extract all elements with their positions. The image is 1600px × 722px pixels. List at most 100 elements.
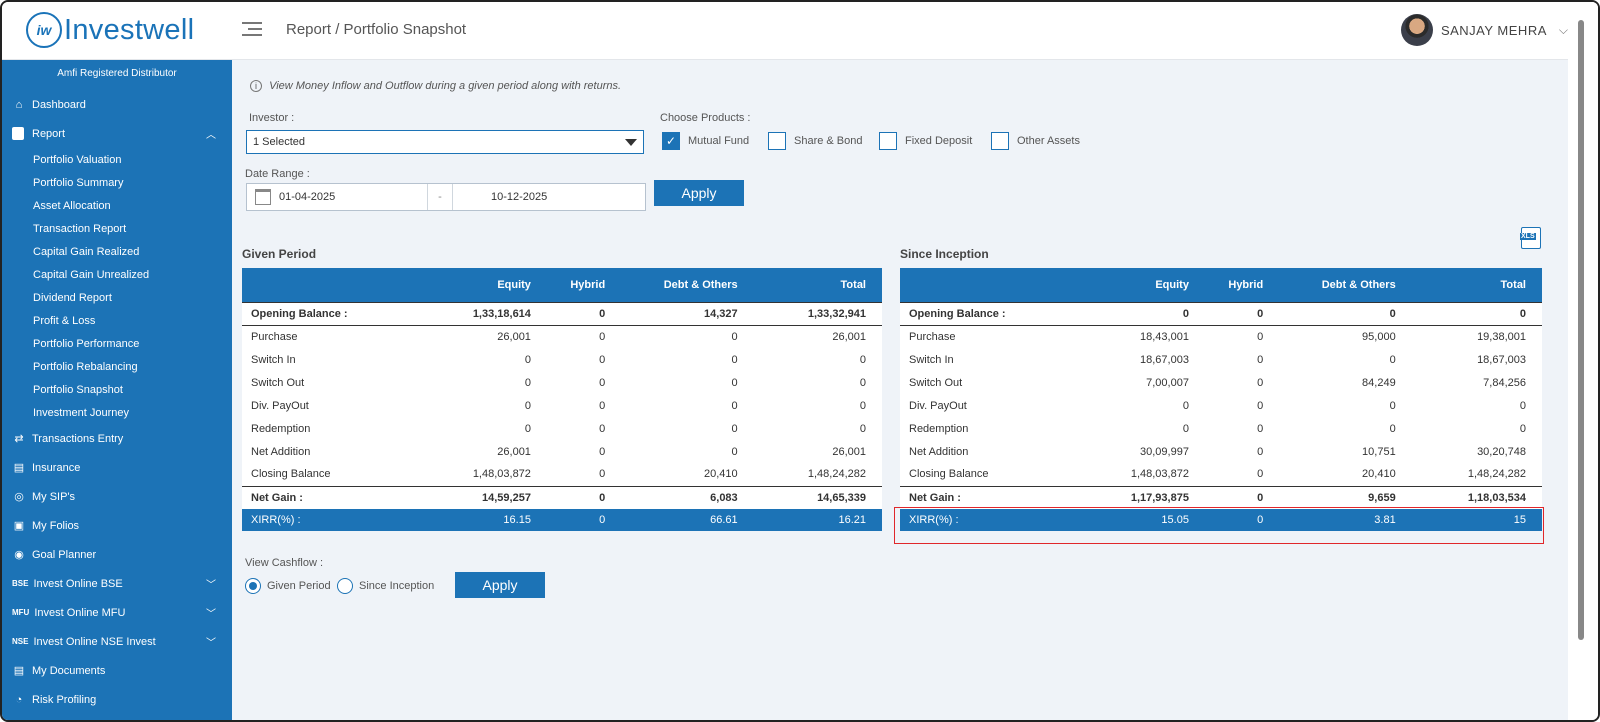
sidebar-item[interactable]: ▣ My Folios — [2, 511, 232, 540]
sidebar-subitem[interactable]: Portfolio Rebalancing — [2, 355, 232, 378]
table-cell: 0 — [859, 353, 866, 366]
date-from-input[interactable]: 01-04-2025 — [279, 191, 427, 203]
radio-selected-icon[interactable] — [245, 578, 261, 594]
table-row: XIRR(%) :16.15 0 66.61 16.21 — [242, 509, 882, 531]
table-cell: Opening Balance : — [242, 301, 361, 326]
sidebar-item[interactable]: NSE Invest Online NSE Invest ﹀ — [2, 627, 232, 656]
table-cell: 26,001 — [497, 330, 531, 343]
sidebar-item-label: Dashboard — [32, 98, 86, 111]
sidebar-subitem[interactable]: Portfolio Summary — [2, 171, 232, 194]
product-checkbox[interactable]: Fixed Deposit — [879, 132, 972, 150]
investwell-logo[interactable]: iw Investwell — [26, 12, 194, 48]
sidebar-subitem[interactable]: Capital Gain Realized — [2, 240, 232, 263]
table-cell: 0 — [524, 353, 531, 366]
sidebar-item[interactable]: ◔ Risk Profiling — [2, 685, 232, 714]
cashflow-apply-button[interactable]: Apply — [455, 572, 545, 598]
sidebar-subitem[interactable]: Transaction Report — [2, 217, 232, 240]
user-menu[interactable]: SANJAY MEHRA ⌵ — [1400, 14, 1568, 46]
table-cell: 0 — [524, 422, 531, 435]
home-icon: ⌂ — [15, 98, 23, 111]
product-label: Mutual Fund — [688, 135, 750, 147]
table-cell: 0 — [1182, 399, 1189, 412]
table-cell: 95,000 — [1362, 330, 1396, 343]
table-cell: 7,84,256 — [1483, 376, 1526, 389]
scrollbar-thumb[interactable] — [1578, 20, 1584, 640]
table-cell: 0 — [731, 445, 738, 458]
table-cell: XIRR(%) : — [242, 509, 361, 531]
product-checkbox[interactable]: Share & Bond — [768, 132, 863, 150]
sidebar-item[interactable]: ▤ Insurance — [2, 453, 232, 482]
sidebar: Amfi Registered Distributor ⌂ Dashboard … — [2, 60, 232, 720]
xls-export-icon[interactable]: XLS — [1520, 227, 1541, 249]
date-range-field[interactable]: 01-04-2025 - 10-12-2025 — [246, 183, 646, 211]
checkbox-icon[interactable] — [991, 132, 1009, 150]
column-header — [242, 268, 361, 302]
table-cell: Net Addition — [251, 445, 311, 458]
radio-label: Since Inception — [359, 580, 435, 592]
table-row: Opening Balance :0000 — [900, 301, 1542, 326]
sidebar-subitem[interactable]: Portfolio Valuation — [2, 148, 232, 171]
sidebar-subitem[interactable]: Capital Gain Unrealized — [2, 263, 232, 286]
report-icon — [12, 127, 24, 140]
table-cell: 16.21 — [753, 509, 882, 531]
calendar-icon[interactable] — [255, 189, 271, 205]
sidebar-item[interactable]: ◉ Goal Planner — [2, 540, 232, 569]
date-separator: - — [427, 184, 453, 210]
nav-icon: ◔ — [15, 693, 23, 706]
sidebar-item[interactable]: ▤ My Documents — [2, 656, 232, 685]
sidebar-subitem[interactable]: Portfolio Snapshot — [2, 378, 232, 401]
table-cell: 10,751 — [1362, 445, 1396, 458]
product-checkbox[interactable]: Other Assets — [991, 132, 1080, 150]
table-header-row: Equity Hybrid Debt & Others Total — [242, 268, 882, 302]
sidebar-item-label: Transactions Entry — [32, 432, 124, 445]
radio-icon[interactable] — [337, 578, 353, 594]
avatar — [1400, 14, 1433, 46]
table-cell: 6,083 — [621, 485, 754, 509]
apply-button[interactable]: Apply — [654, 180, 744, 206]
table-cell: Switch Out — [251, 376, 305, 389]
scrollbar[interactable] — [1568, 2, 1598, 720]
table-cell: Switch In — [251, 353, 296, 366]
given-period-table: Equity Hybrid Debt & Others Total Opening Ba… — [242, 268, 882, 531]
table-cell: 1,48,03,872 — [472, 468, 531, 481]
investor-select[interactable]: 1 Selected — [246, 130, 644, 154]
info-icon: i — [250, 80, 262, 92]
table-cell: 0 — [546, 485, 622, 509]
checkbox-icon[interactable] — [768, 132, 786, 150]
sidebar-subitem[interactable]: Investment Journey — [2, 401, 232, 424]
radio-label: Given Period — [267, 580, 331, 592]
sidebar-item[interactable]: ◎ My SIP's — [2, 482, 232, 511]
sidebar-subitem[interactable]: Portfolio Performance — [2, 332, 232, 355]
sidebar-item-report[interactable]: Report ︿ — [2, 119, 232, 148]
table-cell: 18,67,003 — [1140, 353, 1189, 366]
table-cell: Switch Out — [909, 376, 963, 389]
menu-toggle-icon[interactable] — [242, 22, 262, 40]
table-row: Switch In 0 0 0 0 — [242, 348, 882, 371]
product-label: Share & Bond — [794, 135, 863, 147]
product-checkbox[interactable]: ✓ Mutual Fund — [662, 132, 749, 150]
table-row: Opening Balance :1,33,18,614 0 14,327 1,33,… — [242, 301, 882, 326]
chevron-up-icon: ︿ — [206, 130, 216, 141]
sidebar-subitem[interactable]: Asset Allocation — [2, 194, 232, 217]
table-cell: Net Gain : — [242, 485, 361, 509]
sidebar-item-dashboard[interactable]: ⌂ Dashboard — [2, 90, 232, 119]
cashflow-radio[interactable]: Given Period — [245, 578, 331, 594]
chevron-down-icon: ⌵ — [1558, 22, 1568, 37]
date-to-input[interactable]: 10-12-2025 — [453, 191, 645, 203]
checkbox-checked-icon[interactable]: ✓ — [662, 132, 680, 150]
sidebar-item[interactable]: ⇄ Transactions Entry — [2, 424, 232, 453]
table-cell: 14,65,339 — [753, 485, 882, 509]
cashflow-radio[interactable]: Since Inception — [337, 578, 434, 594]
table-row: Switch Out 7,00,007 0 84,249 7,84,256 — [900, 371, 1542, 394]
sidebar-item-label: My SIP's — [32, 490, 76, 503]
table-cell: 0 — [599, 445, 606, 458]
caret-down-icon — [625, 139, 637, 146]
sidebar-subitem[interactable]: Profit & Loss — [2, 309, 232, 332]
investor-label: Investor : — [249, 112, 295, 124]
sidebar-subitem[interactable]: Dividend Report — [2, 286, 232, 309]
table-cell: Closing Balance — [909, 468, 989, 481]
checkbox-icon[interactable] — [879, 132, 897, 150]
sidebar-item[interactable]: BSE Invest Online BSE ﹀ — [2, 569, 232, 598]
main-content: i View Money Inflow and Outflow during a… — [232, 60, 1568, 720]
sidebar-item[interactable]: MFU Invest Online MFU ﹀ — [2, 598, 232, 627]
